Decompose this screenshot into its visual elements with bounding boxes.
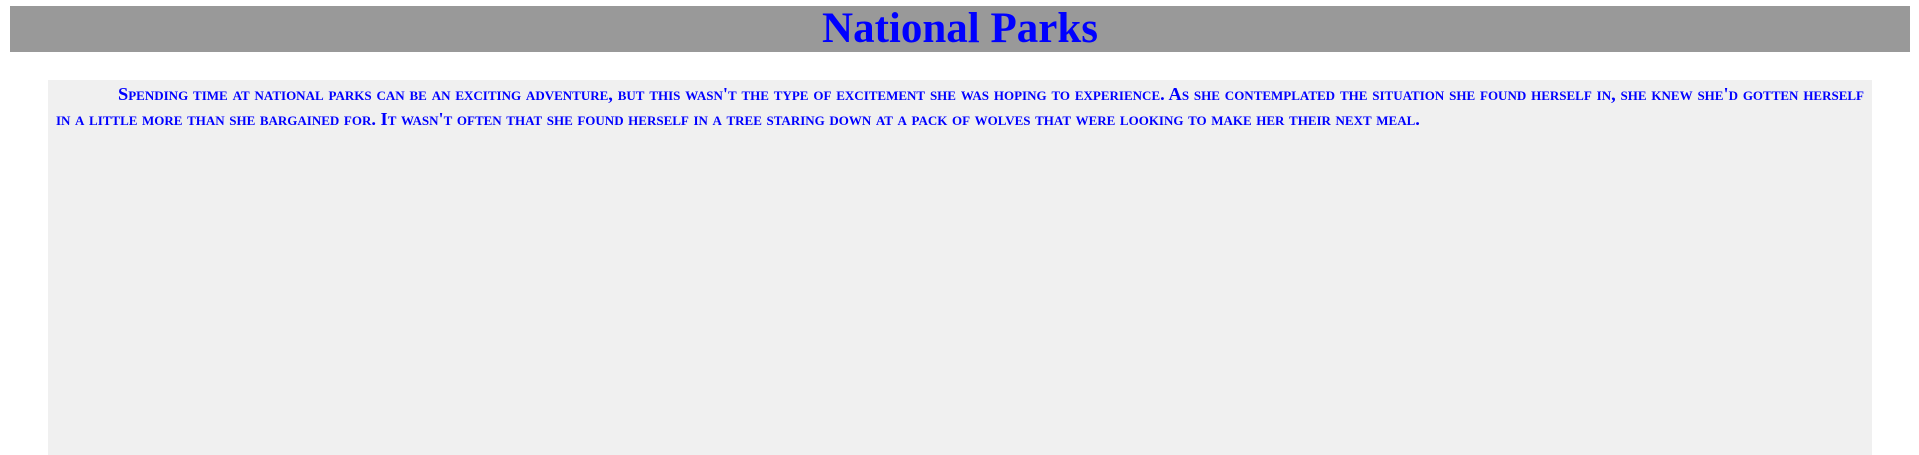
page-header: National Parks [10, 6, 1910, 52]
story-paragraph: Spending time at national parks can be a… [56, 84, 1864, 129]
content-panel: Spending time at national parks can be a… [48, 80, 1872, 455]
page-title: National Parks [822, 5, 1098, 52]
